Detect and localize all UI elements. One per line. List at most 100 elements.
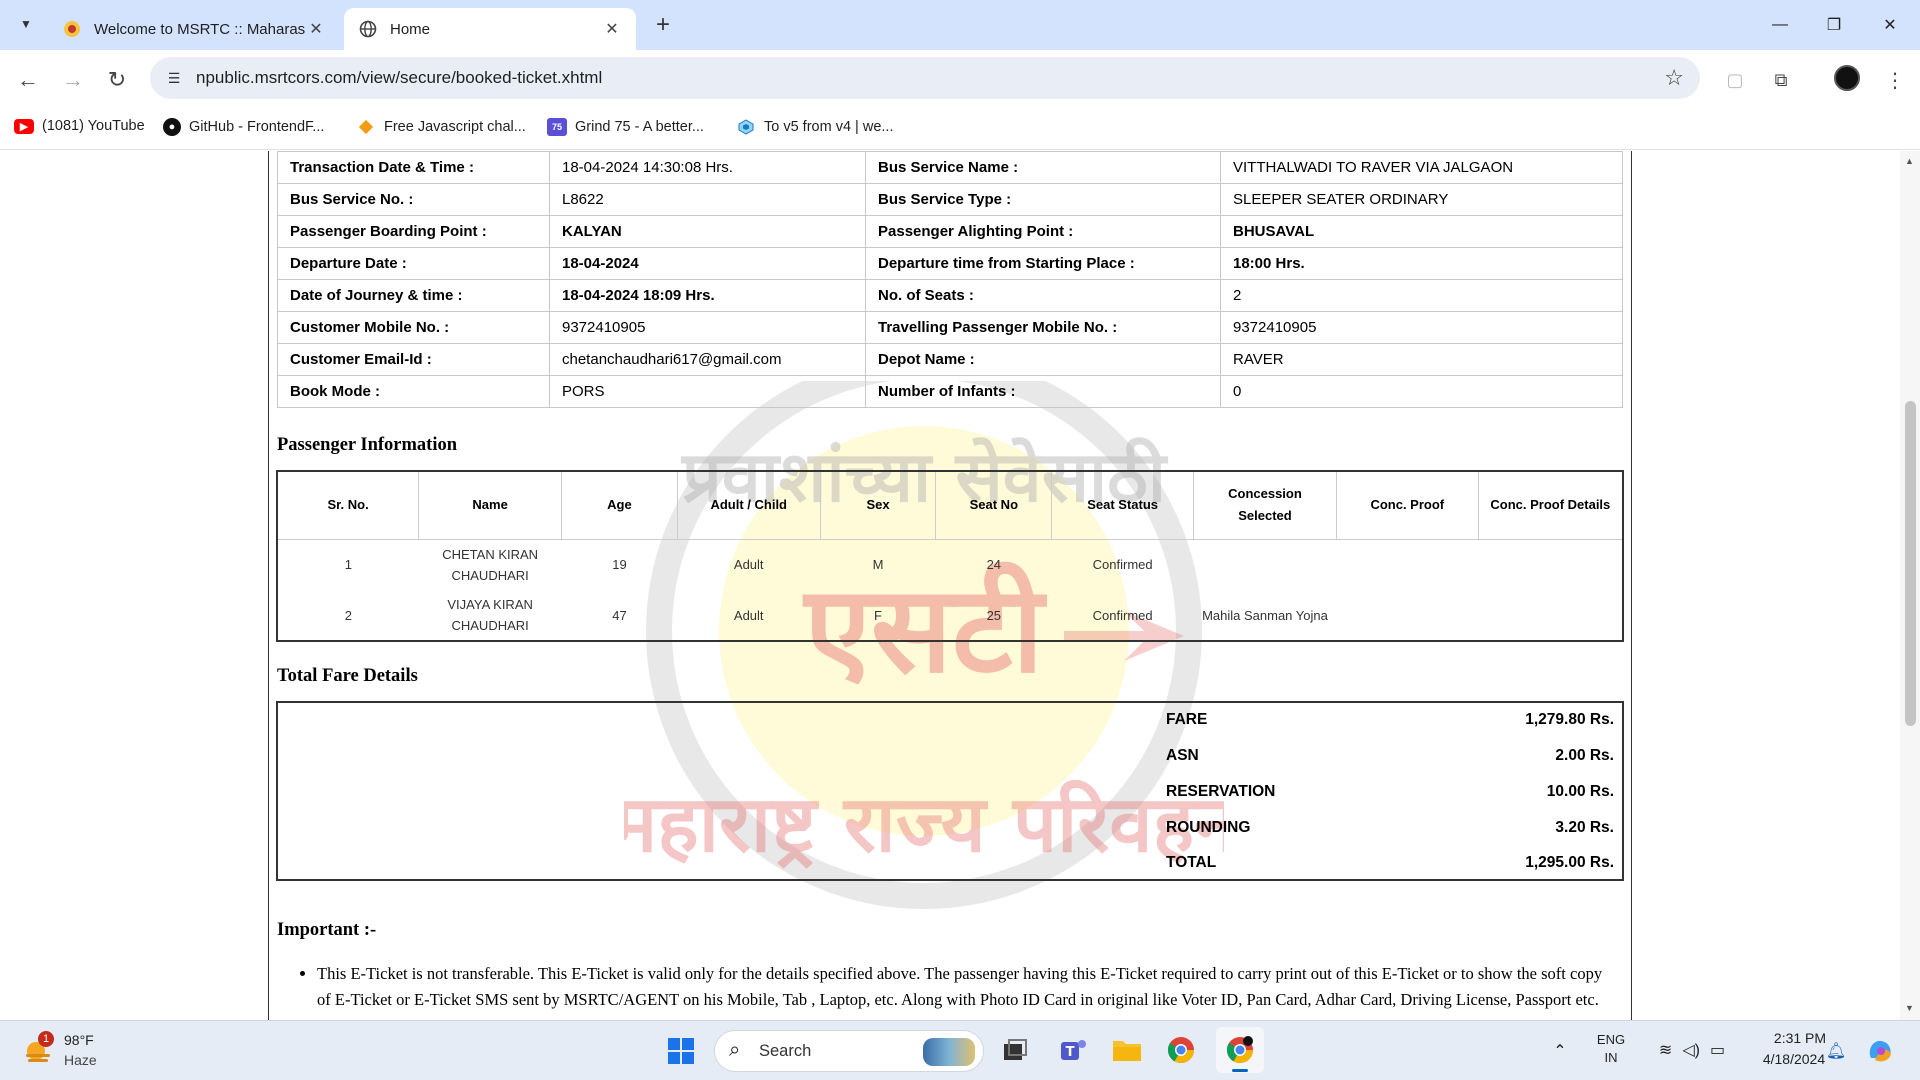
- close-tab-icon[interactable]: ✕: [306, 19, 326, 39]
- scroll-down-icon[interactable]: ▼: [1905, 1003, 1914, 1013]
- taskbar-search[interactable]: ⌕ Search: [714, 1030, 984, 1072]
- detail-value: VITTHALWADI TO RAVER VIA JALGAON: [1220, 151, 1623, 184]
- weather-badge: 1: [38, 1031, 54, 1047]
- cell-status: Confirmed: [1092, 557, 1153, 573]
- cell-status: Confirmed: [1092, 607, 1153, 623]
- cell-sr: 1: [344, 557, 352, 573]
- new-tab-button[interactable]: +: [650, 11, 676, 38]
- table-row: Book Mode : PORS Number of Infants : 0: [277, 375, 1623, 408]
- fare-label: RESERVATION: [1166, 783, 1276, 800]
- menu-dots-icon[interactable]: ⋮: [1880, 65, 1910, 95]
- cell-proof-details: [1478, 539, 1623, 590]
- bookmark-javascript[interactable]: Free Javascript chal...: [356, 118, 526, 136]
- language-indicator[interactable]: ENG IN: [1594, 1031, 1628, 1067]
- tab-msrtc[interactable]: Welcome to MSRTC :: Maharashtra ✕: [48, 8, 340, 50]
- language-line2: IN: [1604, 1050, 1618, 1065]
- webpack-icon: [736, 118, 756, 136]
- url-text[interactable]: npublic.msrtcors.com/view/secure/booked-…: [196, 68, 602, 88]
- fare-label: ASN: [1166, 747, 1199, 764]
- column-header: Sr. No.: [277, 471, 419, 540]
- bookmark-github[interactable]: ● GitHub - FrontendF...: [163, 118, 324, 136]
- scroll-up-icon[interactable]: ▲: [1905, 156, 1914, 166]
- arrow-right-icon: →: [62, 67, 84, 92]
- search-icon: ⌕: [729, 1039, 741, 1061]
- msrtc-logo-icon: [62, 19, 82, 39]
- close-icon: ✕: [1883, 17, 1897, 34]
- back-button[interactable]: ←: [13, 65, 43, 95]
- bookmark-grind75[interactable]: 75 Grind 75 - A better...: [547, 118, 704, 136]
- column-header: Age: [561, 471, 678, 540]
- list-item: This E-Ticket is not transferable. This …: [317, 961, 1613, 1013]
- detail-value: 18-04-2024 18:09 Hrs.: [549, 279, 866, 312]
- table-row: 2 VIJAYA KIRAN CHAUDHARI 47 Adult F 25 C…: [277, 590, 1623, 641]
- cell-type: Adult: [733, 557, 764, 573]
- detail-value: BHUSAVAL: [1220, 215, 1623, 248]
- teams-button[interactable]: T: [1054, 1033, 1092, 1067]
- page-content: प्रवाशांच्या सेवेसाठी एसटी महाराष्ट्र रा…: [0, 151, 1900, 1020]
- detail-label: Passenger Boarding Point :: [277, 215, 550, 248]
- task-view-button[interactable]: [998, 1033, 1032, 1067]
- copilot-button[interactable]: [1862, 1033, 1898, 1069]
- extension-placeholder-icon[interactable]: ▢: [1720, 65, 1750, 95]
- table-row: Passenger Boarding Point : KALYAN Passen…: [277, 215, 1623, 248]
- site-info-icon[interactable]: ☰: [164, 68, 184, 88]
- tab-title: Welcome to MSRTC :: Maharashtra: [94, 20, 306, 38]
- forward-button[interactable]: →: [58, 65, 88, 95]
- detail-label: Bus Service Name :: [865, 151, 1221, 184]
- file-explorer-button[interactable]: [1108, 1033, 1146, 1067]
- start-button[interactable]: [664, 1034, 698, 1068]
- fare-amount: 1,279.80 Rs.: [1525, 711, 1614, 728]
- diamond-icon: [356, 118, 376, 136]
- detail-label: Bus Service Type :: [865, 183, 1221, 216]
- detail-value: 9372410905: [1220, 311, 1623, 344]
- reload-button[interactable]: ↻: [102, 65, 132, 95]
- language-line1: ENG: [1596, 1032, 1626, 1047]
- close-tab-icon[interactable]: ✕: [602, 19, 622, 39]
- table-row: Customer Email-Id : chetanchaudhari617@g…: [277, 343, 1623, 376]
- page-scrollbar[interactable]: ▲ ▼: [1900, 151, 1920, 1020]
- detail-value: RAVER: [1220, 343, 1623, 376]
- tab-search-button[interactable]: ▼: [12, 10, 40, 38]
- passenger-info-heading: Passenger Information: [277, 435, 458, 455]
- table-row: Transaction Date & Time : 18-04-2024 14:…: [277, 151, 1623, 184]
- weather-widget[interactable]: 1: [20, 1031, 56, 1067]
- detail-label: Customer Email-Id :: [277, 343, 550, 376]
- table-row: Bus Service No. : L8622 Bus Service Type…: [277, 183, 1623, 216]
- table-row: Customer Mobile No. : 9372410905 Travell…: [277, 311, 1623, 344]
- address-bar[interactable]: ☰ npublic.msrtcors.com/view/secure/booke…: [150, 57, 1700, 99]
- bookmarks-bar: ▶ (1081) YouTube ● GitHub - FrontendF...…: [0, 108, 1920, 150]
- chrome-icon: [1167, 1037, 1195, 1064]
- scroll-thumb[interactable]: [1905, 401, 1916, 726]
- active-indicator: [1232, 1069, 1248, 1072]
- globe-icon: [358, 19, 378, 39]
- cell-age: 47: [612, 607, 627, 623]
- minimize-button[interactable]: —: [1760, 10, 1800, 40]
- cell-seat: 24: [986, 557, 1002, 573]
- bookmark-webpack[interactable]: To v5 from v4 | we...: [736, 118, 893, 136]
- detail-value: 18-04-2024 14:30:08 Hrs.: [549, 151, 866, 184]
- detail-label: Depot Name :: [865, 343, 1221, 376]
- tab-home[interactable]: Home ✕: [344, 8, 636, 50]
- system-tray[interactable]: ≋ ◁) ▭: [1642, 1035, 1742, 1065]
- column-header: Conc. Proof Details: [1477, 471, 1623, 540]
- show-hidden-icons-button[interactable]: ⌃: [1546, 1037, 1574, 1065]
- chrome-button[interactable]: [1162, 1033, 1200, 1067]
- column-header: Conc. Proof: [1335, 471, 1479, 540]
- detail-label: Travelling Passenger Mobile No. :: [865, 311, 1221, 344]
- profile-avatar[interactable]: [1834, 65, 1860, 91]
- bookmark-star-icon[interactable]: ☆: [1664, 65, 1684, 91]
- column-header: Seat No: [935, 471, 1052, 540]
- detail-value: 9372410905: [549, 311, 866, 344]
- extensions-puzzle-icon[interactable]: ⧉: [1766, 65, 1796, 95]
- detail-value: 2: [1220, 279, 1623, 312]
- bookmark-youtube[interactable]: ▶ (1081) YouTube: [14, 118, 145, 134]
- cell-name: VIJAYA KIRAN CHAUDHARI: [447, 597, 533, 633]
- detail-value: L8622: [549, 183, 866, 216]
- chrome-active-button[interactable]: [1216, 1027, 1264, 1073]
- restore-button[interactable]: ❐: [1814, 10, 1854, 40]
- passenger-table: Sr. No. Name Age Adult / Child Sex Seat …: [276, 470, 1624, 642]
- chrome-profile-icon: [1226, 1036, 1254, 1064]
- close-window-button[interactable]: ✕: [1870, 10, 1910, 40]
- detail-label: No. of Seats :: [865, 279, 1221, 312]
- notifications-button[interactable]: 🔔︎: [1824, 1037, 1848, 1065]
